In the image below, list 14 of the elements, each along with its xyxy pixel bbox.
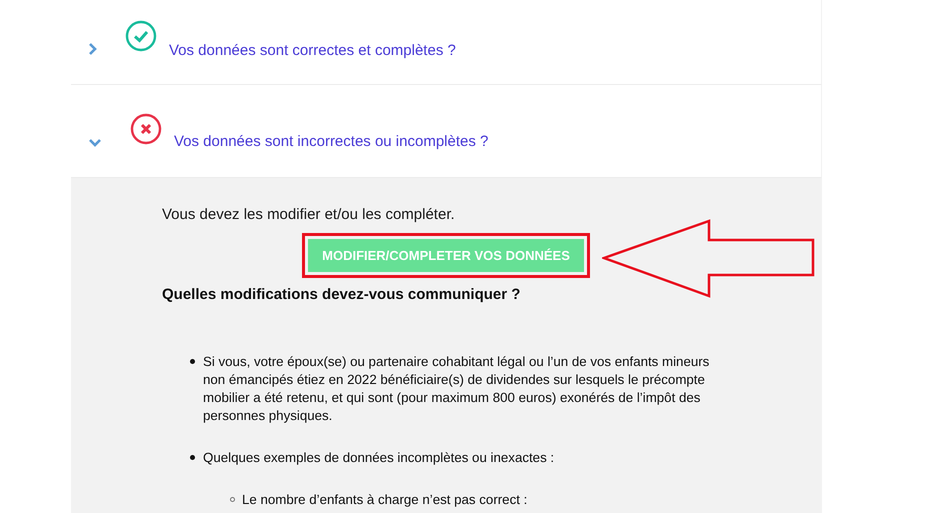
collapse-chevron-icon[interactable] [89, 137, 101, 149]
bullet-icon [190, 359, 195, 364]
check-circle-icon [125, 20, 157, 52]
bullet-text: Quelques exemples de données incomplètes ou inexactes : [203, 449, 556, 467]
expand-chevron-icon[interactable] [87, 43, 99, 55]
bullet-icon [230, 497, 235, 502]
bullet-text: Le nombre d’enfants à charge n’est pas correct : [242, 491, 528, 509]
bullet-text: Si vous, votre époux(se) ou partenaire cohabitant légal ou l’un de vos enfants mineurs non émancipés étiez en 2022 bénéficiaire(s) de dividendes sur lesquels le précompte mobilier a été retenu, et qui sont (pour maximum 800 euros) exonérés de l’impôt des personnes physiques. [203, 353, 710, 425]
section-title-link[interactable]: Vos données sont correctes et complètes ? [169, 42, 456, 59]
cross-circle-icon [130, 113, 162, 145]
section-title-link[interactable]: Vos données sont incorrectes ou incomplètes ? [174, 133, 488, 150]
bullet-icon [190, 455, 195, 460]
intro-text: Vous devez les modifier et/ou les compléter. [162, 206, 456, 223]
section-heading: Quelles modifications devez-vous communiquer ? [162, 286, 522, 303]
